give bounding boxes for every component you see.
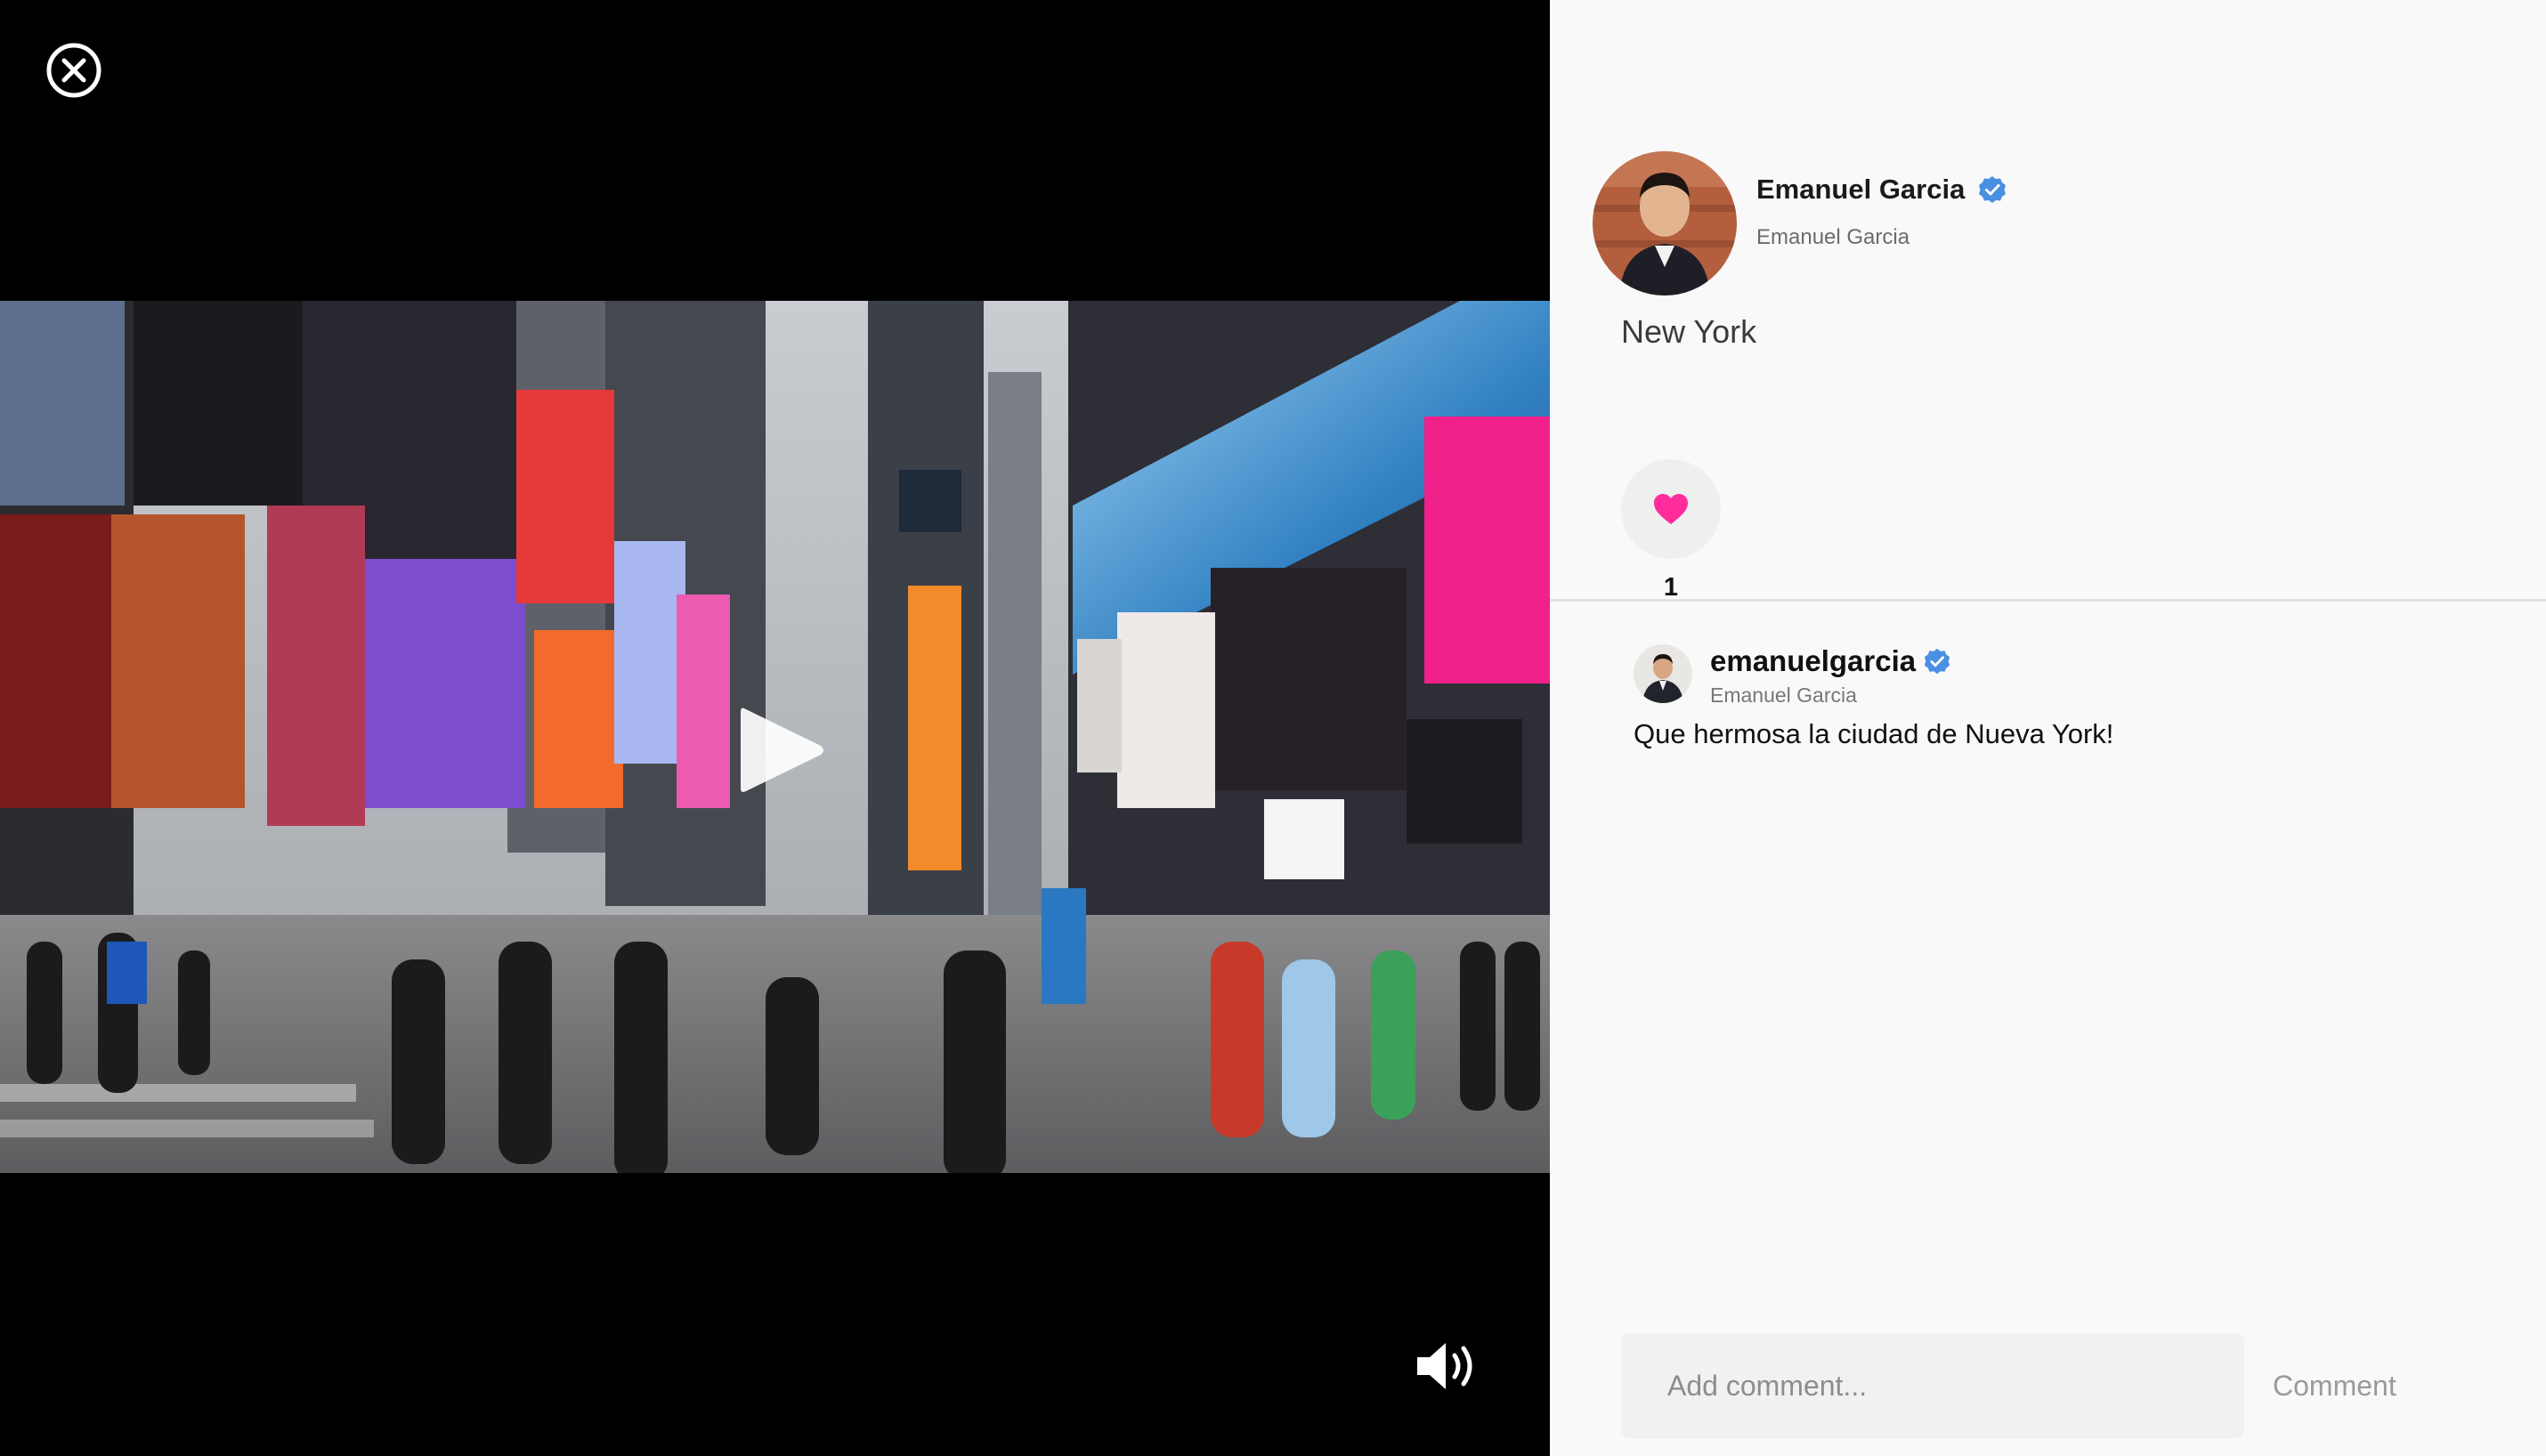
close-circle-icon [46, 43, 101, 98]
heart-icon [1654, 494, 1688, 524]
author-info: Emanuel Garcia Emanuel Garcia [1756, 174, 2007, 250]
volume-up-icon [1417, 1343, 1472, 1389]
author-name[interactable]: Emanuel Garcia [1756, 174, 1965, 206]
author-subtitle: Emanuel Garcia [1756, 225, 1910, 249]
comment-display-name: Emanuel Garcia [1710, 684, 1857, 707]
verified-badge-icon [1923, 647, 1951, 675]
verified-badge-icon [1977, 174, 2007, 205]
divider [1550, 599, 2546, 602]
like-section: 1 [1621, 459, 1721, 603]
video-player[interactable] [0, 301, 1550, 1173]
comment-input[interactable] [1621, 1333, 2244, 1438]
close-button[interactable] [45, 41, 103, 100]
comment-item: emanuelgarcia Emanuel Garcia Que hermosa… [1634, 644, 2488, 750]
play-button[interactable] [735, 701, 828, 799]
like-button[interactable] [1621, 459, 1721, 559]
media-viewer [0, 0, 1550, 1456]
comment-submit-button[interactable]: Comment [2273, 1370, 2396, 1403]
post-details-panel: Emanuel Garcia Emanuel Garcia New York 1 [1550, 0, 2546, 1456]
comment-text: Que hermosa la ciudad de Nueva York! [1634, 718, 2114, 749]
author-avatar[interactable] [1593, 151, 1737, 295]
comment-username[interactable]: emanuelgarcia [1710, 644, 1916, 678]
commenter-avatar[interactable] [1634, 644, 1692, 703]
volume-button[interactable] [1414, 1339, 1478, 1393]
post-location: New York [1621, 313, 1757, 350]
play-icon [741, 708, 823, 792]
author-header: Emanuel Garcia Emanuel Garcia [1593, 151, 2007, 295]
comment-composer: Comment [1621, 1333, 2511, 1438]
